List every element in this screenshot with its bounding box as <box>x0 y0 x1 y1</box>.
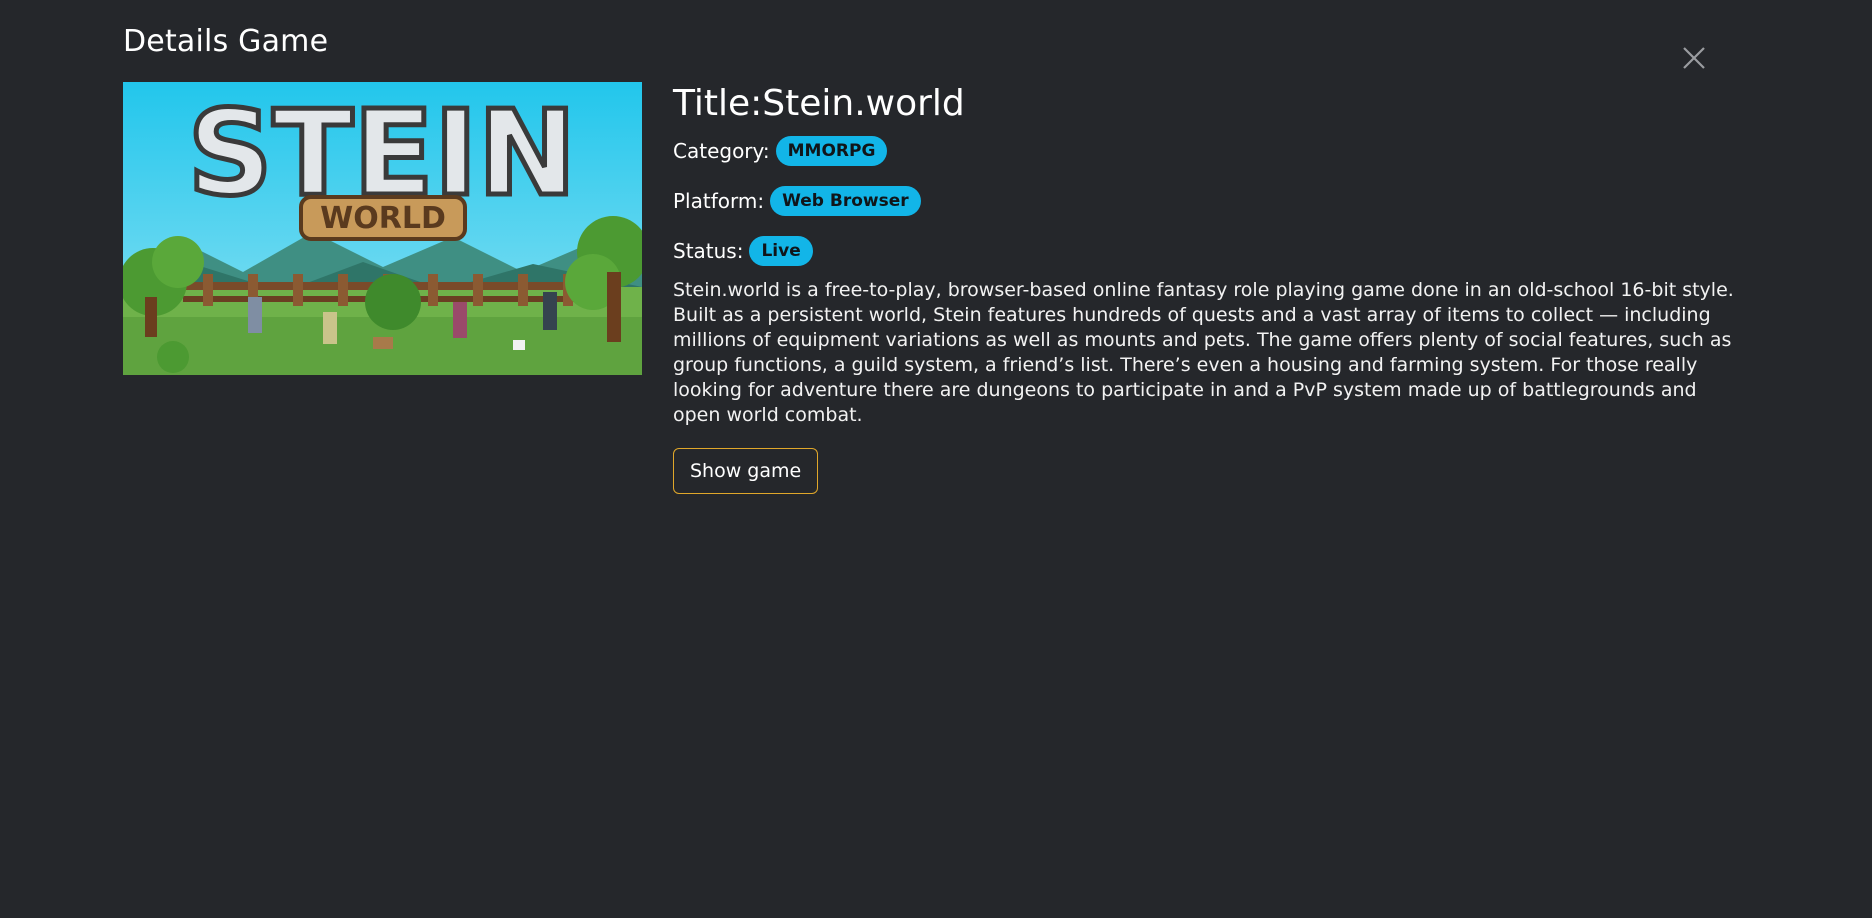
status-label: Status: <box>673 239 744 263</box>
category-label: Category: <box>673 139 770 163</box>
category-badge: MMORPG <box>775 136 888 166</box>
platform-badge: Web Browser <box>770 186 921 216</box>
status-badge: Live <box>749 236 813 266</box>
game-cover-image: STEIN WORLD <box>123 82 642 375</box>
platform-row: Platform: Web Browser <box>673 184 1743 218</box>
game-description: Stein.world is a free-to-play, browser-b… <box>673 279 1734 426</box>
modal-title: Details Game <box>123 24 329 59</box>
close-icon <box>1683 47 1705 69</box>
status-row: Status: Live <box>673 234 1743 268</box>
show-game-button[interactable]: Show game <box>673 448 819 494</box>
close-button[interactable] <box>1680 44 1708 72</box>
platform-label: Platform: <box>673 189 765 213</box>
category-row: Category: MMORPG <box>673 134 1743 168</box>
game-info-panel: Title:Stein.world Category: MMORPG Platf… <box>673 82 1743 494</box>
game-title: Title:Stein.world <box>673 83 965 124</box>
game-details-modal: Details Game STEIN WORLD Title:Stein.wor… <box>0 0 1872 918</box>
cover-logo-bottom: WORLD <box>320 201 446 236</box>
